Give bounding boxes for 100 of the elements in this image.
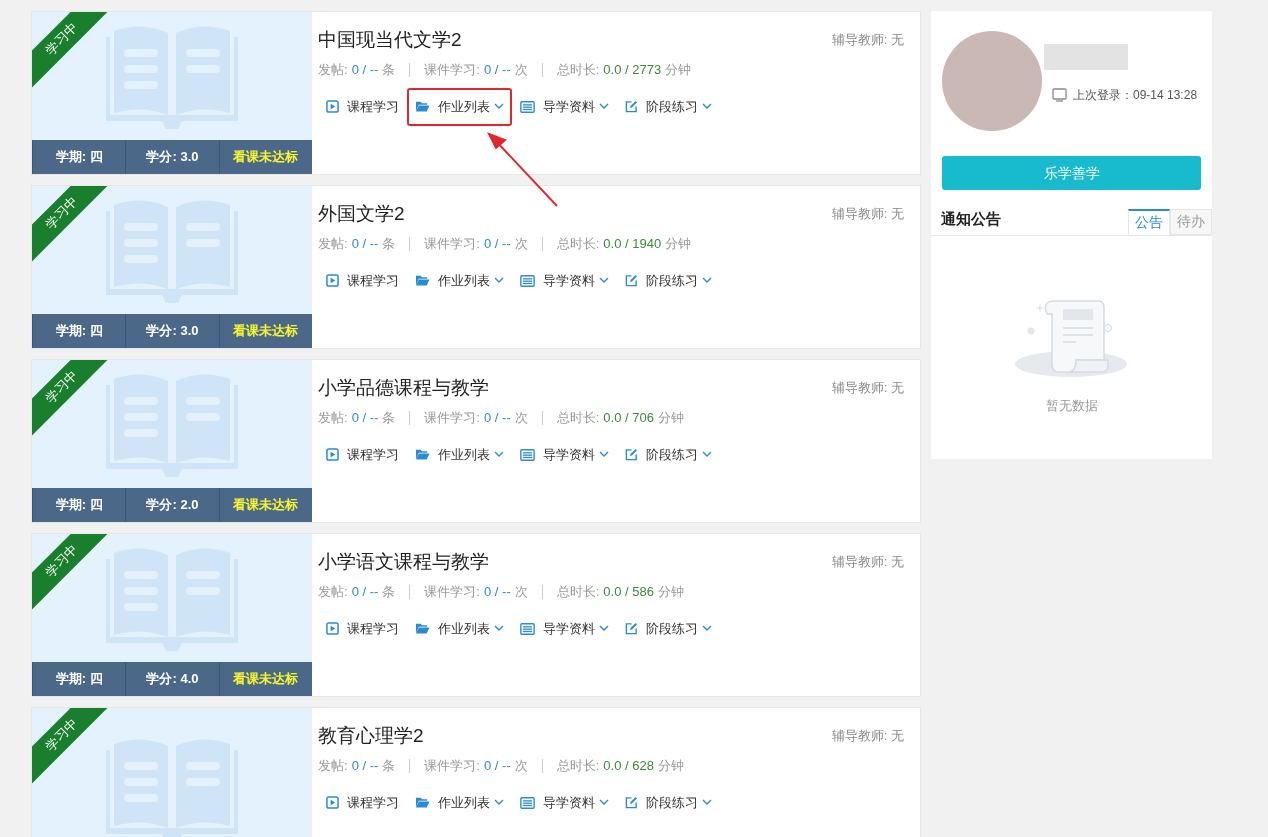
stat-unit: 分钟 (657, 583, 684, 601)
dropdown-menu-button[interactable]: 阶段练习 (617, 261, 720, 300)
caret-icon (599, 103, 609, 110)
course-title[interactable]: 小学品德课程与教学 (318, 374, 489, 402)
stat-value: 0.0 / 2773 (603, 61, 662, 79)
dropdown-menu-button[interactable]: 作业列表 (407, 435, 512, 474)
course-info-text: 看课未达标 (218, 488, 312, 522)
stat-unit: 次 (514, 235, 528, 253)
edit-icon (625, 796, 638, 809)
stat-label: 发帖: (318, 583, 348, 601)
tutor-text: 辅导教师: 无 (831, 31, 904, 49)
course-info-text: 学期: 四 (32, 314, 126, 348)
link-button[interactable]: 课程学习 (318, 783, 407, 822)
play-icon (326, 274, 339, 287)
stat-value: 0 / -- (484, 235, 511, 253)
link-button[interactable]: 课程学习 (318, 435, 407, 474)
link-button[interactable]: 课程学习 (318, 609, 407, 648)
stat-label: 课件学习: (424, 235, 480, 253)
dropdown-menu-button[interactable]: 作业列表 (407, 261, 512, 300)
stat-value: 0.0 / 586 (603, 583, 654, 601)
last-login-text: 上次登录：09-14 13:28 (1073, 87, 1198, 104)
course-title[interactable]: 教育心理学2 (318, 722, 424, 750)
course-info-text: 看课未达标 (218, 314, 312, 348)
stat-value: 0 / -- (351, 61, 379, 79)
dropdown-menu-button[interactable]: 导学资料 (512, 783, 617, 822)
stat-label: 发帖: (318, 757, 348, 775)
stat-value: 0 / -- (351, 757, 379, 775)
stat-value: 0 / -- (484, 61, 511, 79)
tutor-text: 辅导教师: 无 (831, 379, 904, 397)
dropdown-menu-button[interactable]: 导学资料 (512, 435, 617, 474)
stat-unit: 次 (514, 757, 528, 775)
caret-icon (599, 451, 609, 458)
stat-unit: 次 (514, 583, 528, 601)
caret-icon (494, 799, 504, 806)
caret-icon (494, 103, 504, 110)
folder-icon (415, 274, 430, 287)
folder-icon (415, 796, 430, 809)
stat-label: 课件学习: (424, 583, 480, 601)
stat-value: 0 / -- (484, 583, 511, 601)
edit-icon (625, 622, 638, 635)
empty-state-text: 暂无数据 (1045, 396, 1098, 415)
course-info-text: 看课未达标 (218, 140, 312, 174)
dropdown-menu-button[interactable]: 作业列表 (407, 87, 512, 126)
course-info-text: 学期: 四 (32, 140, 126, 174)
stat-unit: 条 (382, 757, 396, 775)
notice-tab[interactable]: 公告 (1128, 208, 1170, 235)
course-title[interactable]: 中国现当代文学2 (318, 26, 462, 54)
list-icon (520, 100, 535, 113)
stat-unit: 条 (382, 583, 396, 601)
dropdown-menu-button[interactable]: 导学资料 (512, 261, 617, 300)
tutor-text: 辅导教师: 无 (831, 205, 904, 223)
stat-value: 0 / -- (351, 583, 379, 601)
caret-icon (494, 277, 504, 284)
caret-icon (599, 799, 609, 806)
dropdown-menu-button[interactable]: 作业列表 (407, 609, 512, 648)
caret-icon (702, 103, 712, 110)
dropdown-menu-button[interactable]: 阶段练习 (617, 783, 720, 822)
dropdown-menu-button[interactable]: 阶段练习 (617, 609, 720, 648)
stat-label: 课件学习: (424, 409, 480, 427)
course-info-text: 学分: 3.0 (125, 314, 219, 348)
stat-unit: 分钟 (665, 235, 692, 253)
dropdown-menu-button[interactable]: 导学资料 (512, 609, 617, 648)
dropdown-menu-button[interactable]: 阶段练习 (617, 87, 720, 126)
link-button[interactable]: 课程学习 (318, 87, 407, 126)
tutor-text: 辅导教师: 无 (831, 727, 904, 745)
stat-label: 课件学习: (424, 757, 480, 775)
list-icon (520, 622, 535, 635)
folder-icon (415, 100, 430, 113)
stat-label: 发帖: (318, 235, 348, 253)
stat-value: 0 / -- (351, 235, 379, 253)
folder-icon (415, 448, 430, 461)
course-info-text: 学分: 2.0 (125, 488, 219, 522)
course-title[interactable]: 小学语文课程与教学 (318, 548, 489, 576)
stat-label: 总时长: (556, 61, 600, 79)
course-title[interactable]: 外国文学2 (318, 200, 405, 228)
caret-icon (494, 451, 504, 458)
notices-title: 通知公告 (940, 209, 1001, 229)
dropdown-menu-button[interactable]: 导学资料 (512, 87, 617, 126)
stat-unit: 分钟 (657, 757, 684, 775)
course-info-text: 学分: 4.0 (125, 662, 219, 696)
caret-icon (702, 625, 712, 632)
edit-icon (625, 448, 638, 461)
stat-value: 0.0 / 1940 (603, 235, 662, 253)
course-info-text: 学期: 四 (32, 488, 126, 522)
list-icon (520, 796, 535, 809)
dropdown-menu-button[interactable]: 阶段练习 (617, 435, 720, 474)
stat-label: 总时长: (556, 409, 600, 427)
stat-label: 总时长: (556, 235, 600, 253)
stat-unit: 次 (514, 61, 528, 79)
stat-unit: 条 (382, 61, 396, 79)
edit-icon (625, 274, 638, 287)
course-info-text: 学期: 四 (32, 662, 126, 696)
stat-unit: 条 (382, 409, 396, 427)
stat-value: 0 / -- (484, 409, 511, 427)
play-icon (326, 448, 339, 461)
link-button[interactable]: 课程学习 (318, 261, 407, 300)
dropdown-menu-button[interactable]: 作业列表 (407, 783, 512, 822)
caret-icon (702, 277, 712, 284)
caret-icon (702, 799, 712, 806)
caret-icon (702, 451, 712, 458)
